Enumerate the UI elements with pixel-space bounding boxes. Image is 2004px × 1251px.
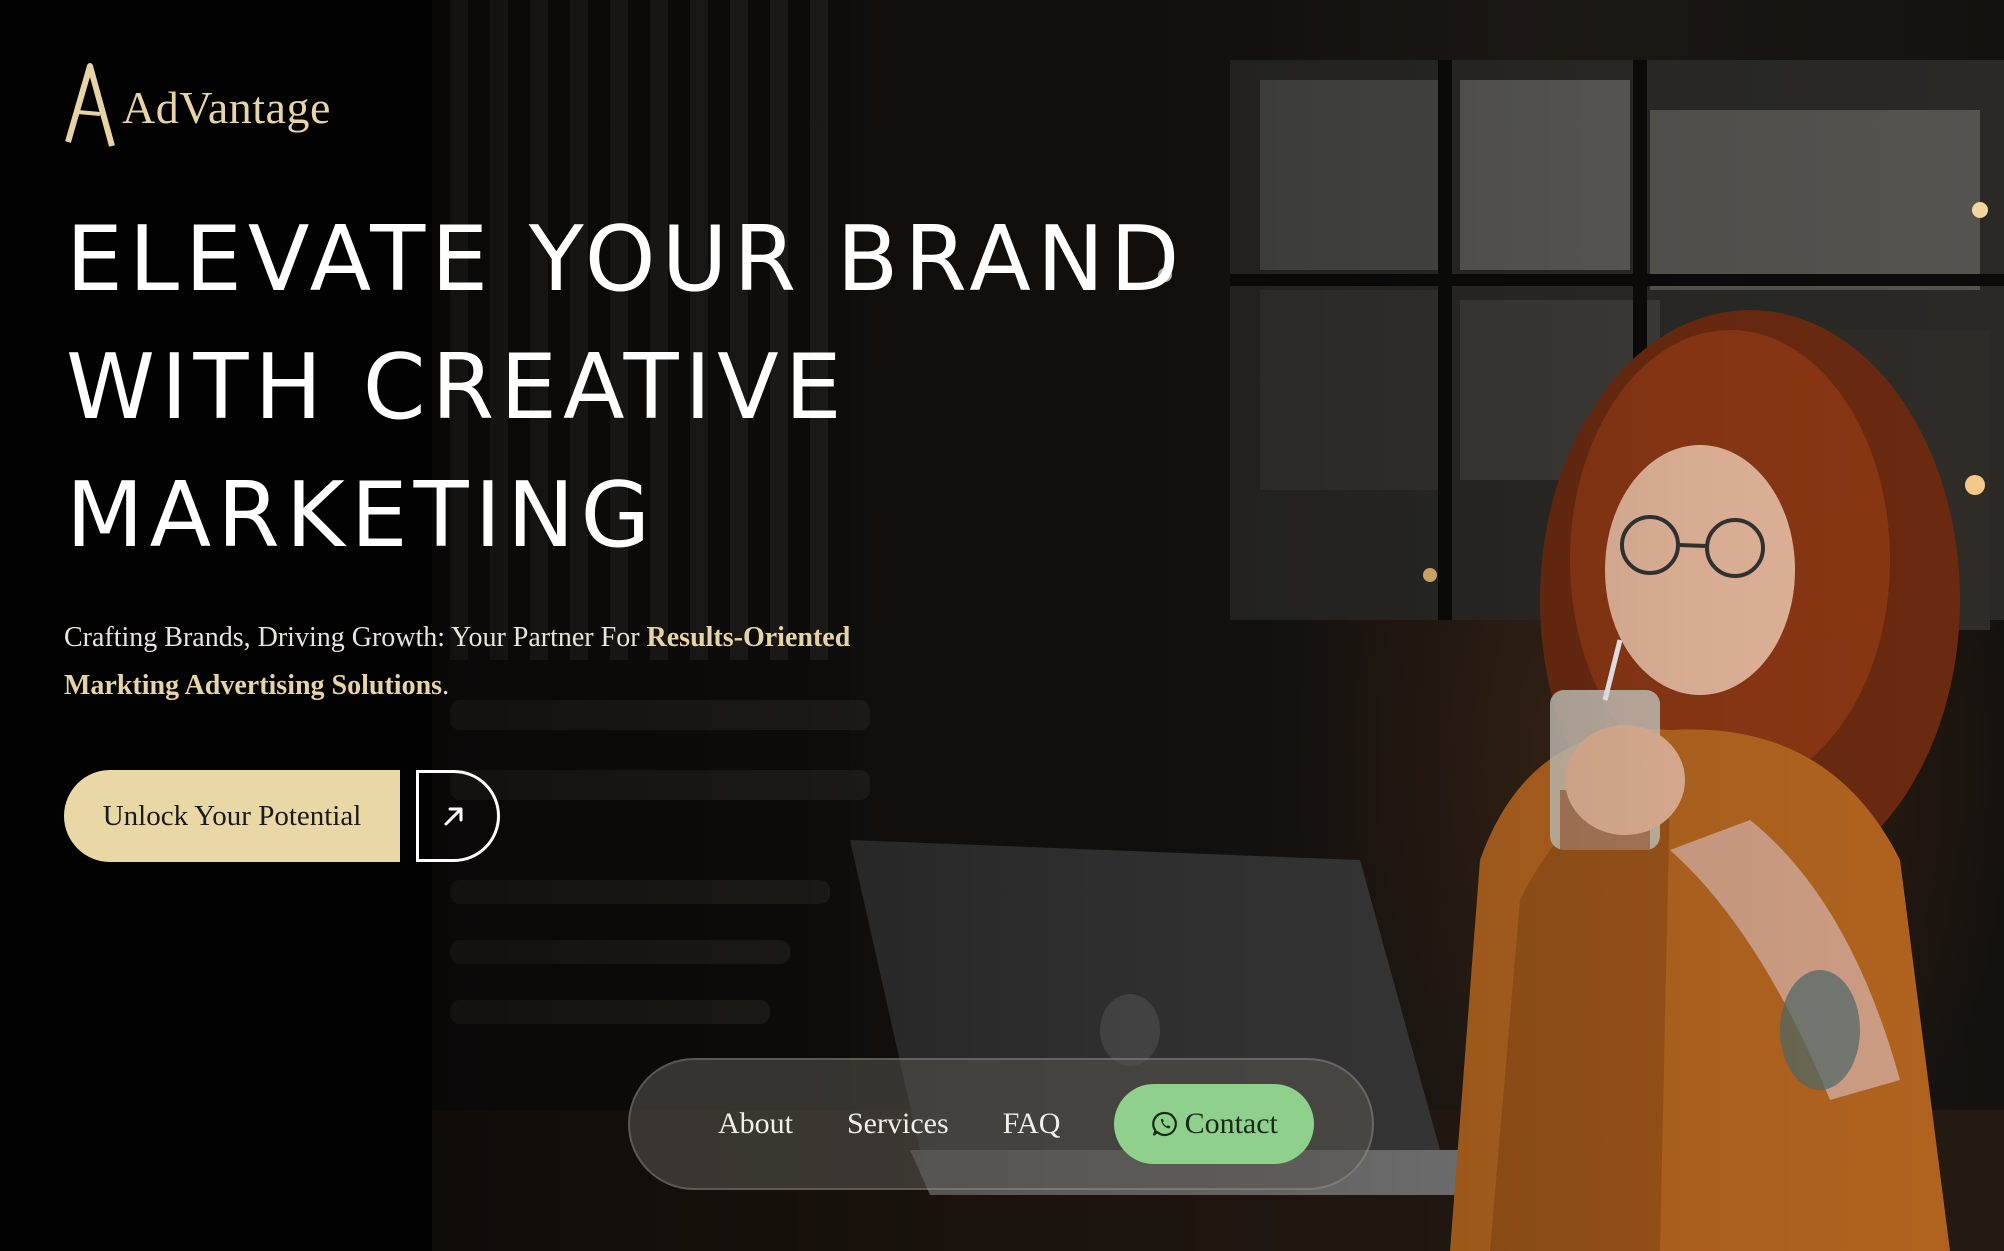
logo-a-icon xyxy=(65,63,115,147)
hero-subtitle: Crafting Brands, Driving Growth: Your Pa… xyxy=(64,614,964,710)
nav-faq[interactable]: FAQ xyxy=(1003,1107,1061,1141)
cta-group: Unlock Your Potential xyxy=(64,770,500,862)
headline-line-3: MARKETING xyxy=(66,463,657,568)
nav-services[interactable]: Services xyxy=(847,1107,949,1141)
brand-name: AdVantage xyxy=(122,82,331,133)
subtitle-highlight-1: Results-Oriented xyxy=(646,622,851,653)
headline-line-1: ELEVATE YOUR BRAND xyxy=(66,207,1186,312)
subtitle-highlight-2: Markting Advertising Solutions xyxy=(64,670,443,701)
whatsapp-icon xyxy=(1151,1111,1177,1137)
bottom-navbar: About Services FAQ Contact xyxy=(628,1058,1374,1190)
contact-button[interactable]: Contact xyxy=(1114,1084,1314,1164)
unlock-potential-button[interactable]: Unlock Your Potential xyxy=(64,770,400,862)
brand-logo[interactable]: AdVantage xyxy=(64,62,331,148)
nav-about[interactable]: About xyxy=(718,1107,793,1141)
arrow-up-right-icon xyxy=(444,807,463,826)
headline-line-2: WITH CREATIVE xyxy=(66,335,848,440)
subtitle-lead: Crafting Brands, Driving Growth: Your Pa… xyxy=(64,622,647,653)
cta-arrow-button[interactable] xyxy=(416,770,500,862)
subtitle-end: . xyxy=(442,670,450,701)
hero-headline: ELEVATE YOUR BRAND WITH CREATIVE MARKETI… xyxy=(66,196,1286,580)
contact-label: Contact xyxy=(1184,1107,1278,1140)
